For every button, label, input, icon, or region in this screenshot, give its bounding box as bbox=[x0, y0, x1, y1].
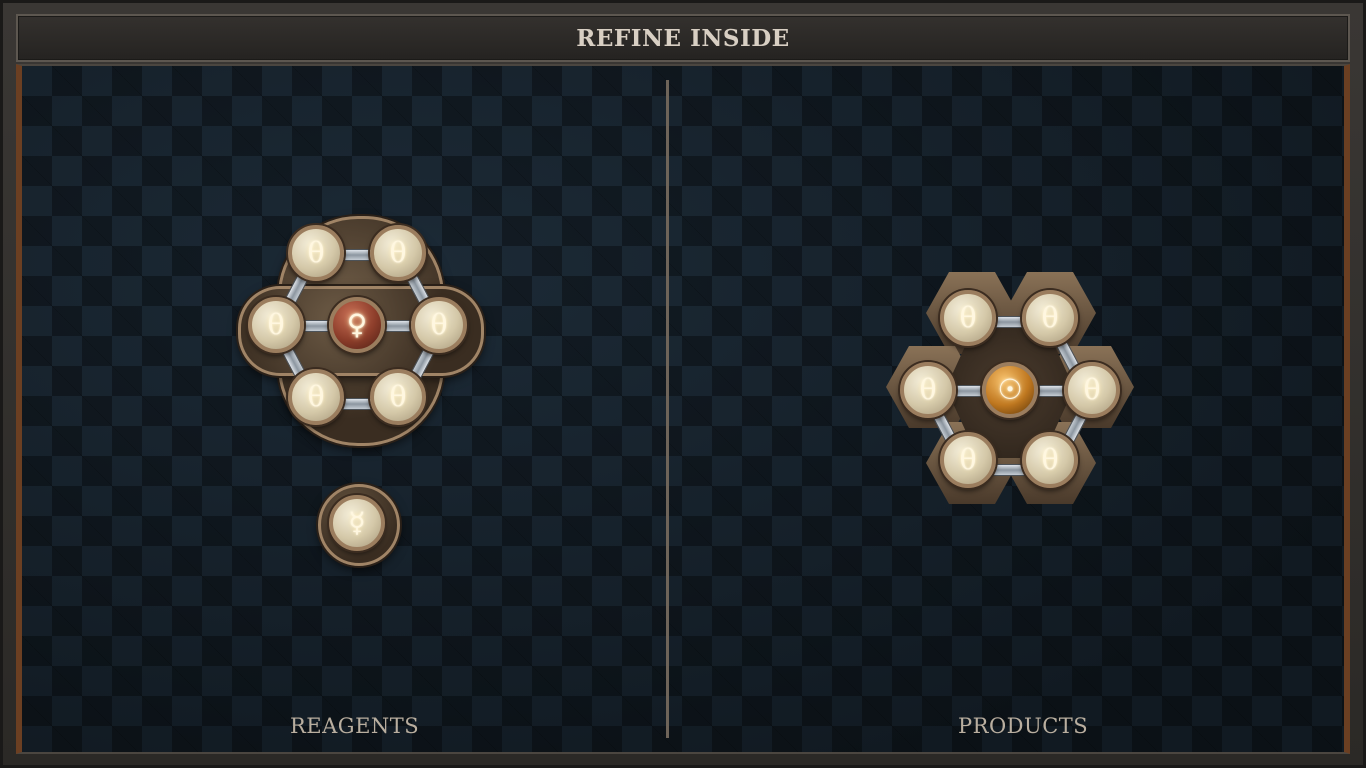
salt-icon: θ bbox=[389, 380, 407, 413]
salt-icon: θ bbox=[919, 373, 937, 406]
salt-icon: θ bbox=[389, 236, 407, 269]
copper-atom[interactable]: ♀ bbox=[329, 297, 385, 353]
salt-icon: θ bbox=[267, 308, 285, 341]
reagent-molecule-2[interactable]: ☿ bbox=[318, 484, 400, 566]
salt-icon: θ bbox=[1083, 373, 1101, 406]
salt-atom[interactable]: θ bbox=[288, 225, 344, 281]
title-bar: REFINE INSIDE bbox=[16, 14, 1350, 62]
salt-atom[interactable]: θ bbox=[411, 297, 467, 353]
board-area bbox=[16, 64, 1350, 754]
page-title: REFINE INSIDE bbox=[576, 24, 790, 52]
quicksilver-icon: ☿ bbox=[348, 506, 366, 539]
salt-atom[interactable]: θ bbox=[1064, 362, 1120, 418]
salt-atom[interactable]: θ bbox=[248, 297, 304, 353]
panel-divider bbox=[666, 80, 669, 738]
salt-icon: θ bbox=[959, 301, 977, 334]
salt-atom[interactable]: θ bbox=[1022, 432, 1078, 488]
salt-icon: θ bbox=[307, 380, 325, 413]
product-molecule-1[interactable]: θ θ θ ☉ θ θ θ bbox=[886, 272, 1134, 508]
reagents-label: REAGENTS bbox=[290, 714, 420, 738]
salt-atom[interactable]: θ bbox=[900, 362, 956, 418]
salt-icon: θ bbox=[1041, 443, 1059, 476]
salt-icon: θ bbox=[307, 236, 325, 269]
products-label: PRODUCTS bbox=[958, 714, 1089, 738]
gold-icon: ☉ bbox=[997, 373, 1023, 406]
salt-icon: θ bbox=[430, 308, 448, 341]
salt-atom[interactable]: θ bbox=[1022, 290, 1078, 346]
salt-atom[interactable]: θ bbox=[940, 432, 996, 488]
reagent-molecule-1[interactable]: θ θ θ ♀ θ θ θ bbox=[236, 212, 484, 446]
salt-atom[interactable]: θ bbox=[940, 290, 996, 346]
salt-icon: θ bbox=[959, 443, 977, 476]
salt-icon: θ bbox=[1041, 301, 1059, 334]
copper-icon: ♀ bbox=[346, 308, 368, 341]
salt-atom[interactable]: θ bbox=[370, 369, 426, 425]
salt-atom[interactable]: θ bbox=[370, 225, 426, 281]
quicksilver-atom[interactable]: ☿ bbox=[329, 495, 385, 551]
gold-atom[interactable]: ☉ bbox=[982, 362, 1038, 418]
salt-atom[interactable]: θ bbox=[288, 369, 344, 425]
